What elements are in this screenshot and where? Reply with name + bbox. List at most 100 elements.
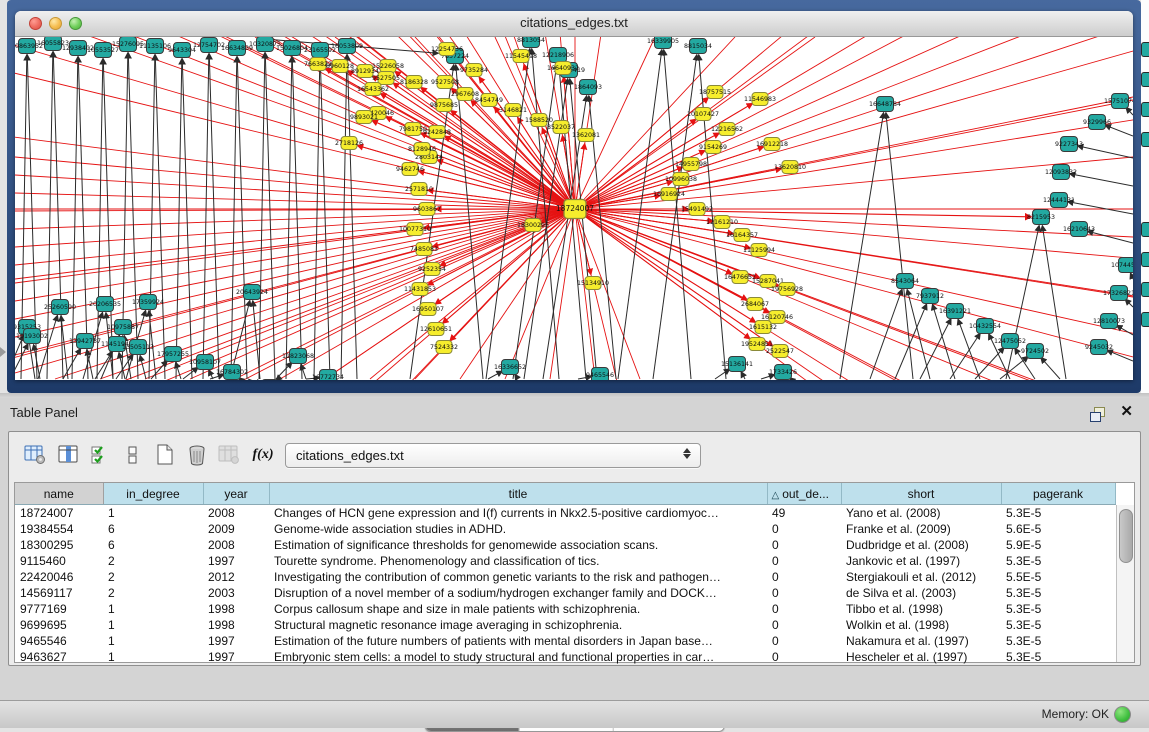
citing-node-teal[interactable]: 8215953 — [1027, 210, 1055, 225]
table-row[interactable]: 969969511998Structural magnetic resonanc… — [15, 617, 1115, 633]
table-cell[interactable]: 0 — [767, 569, 841, 585]
table-select-dropdown[interactable]: citations_edges.txt — [285, 443, 701, 468]
citing-node-teal[interactable]: 8543064 — [891, 274, 919, 289]
cited-node-yellow[interactable]: 16912218 — [756, 138, 788, 151]
table-cell[interactable]: Tourette syndrome. Phenomenology and cla… — [269, 553, 767, 569]
hidden-panel-arrow-icon[interactable] — [0, 347, 6, 357]
table-cell[interactable]: 5.3E-5 — [1001, 505, 1115, 522]
delete-table-button[interactable] — [183, 441, 211, 469]
citing-node-teal[interactable]: 9245032 — [1085, 340, 1113, 355]
table-cell[interactable]: 5.3E-5 — [1001, 601, 1115, 617]
column-header-title[interactable]: title — [269, 483, 767, 505]
table-cell[interactable]: Stergiakouli et al. (2012) — [841, 569, 1001, 585]
citing-node-teal[interactable]: 9227343 — [1055, 137, 1083, 152]
network-view-frame[interactable]: citations_edges.txt 20863952160558231293… — [7, 0, 1141, 393]
cited-node-yellow[interactable]: 9735284 — [460, 64, 488, 77]
cited-node-yellow[interactable]: 11431853 — [404, 283, 436, 296]
citing-node-teal[interactable]: 16772734 — [312, 370, 344, 381]
cited-node-yellow[interactable]: 12161210 — [706, 216, 738, 229]
table-cell[interactable]: Nakamura et al. (1997) — [841, 633, 1001, 649]
table-cell[interactable]: Investigating the contribution of common… — [269, 569, 767, 585]
table-row[interactable]: 977716911998Corpus callosum shape and si… — [15, 601, 1115, 617]
table-cell[interactable]: 1997 — [203, 649, 269, 665]
citing-node-teal[interactable]: 1864093 — [574, 80, 602, 95]
table-cell[interactable]: 0 — [767, 649, 841, 665]
table-cell[interactable]: 1997 — [203, 553, 269, 569]
table-row[interactable]: 1872400712008Changes of HCN gene express… — [15, 505, 1115, 522]
table-cell[interactable]: Hescheler et al. (1997) — [841, 649, 1001, 665]
citing-node-teal[interactable]: 15136141 — [721, 357, 753, 372]
citing-node-teal[interactable]: 12218906 — [542, 48, 574, 63]
table-cell[interactable]: 5.3E-5 — [1001, 633, 1115, 649]
table-cell[interactable]: Corpus callosum shape and size in male p… — [269, 601, 767, 617]
cited-node-yellow[interactable]: 10996038 — [665, 173, 697, 186]
citing-node-teal[interactable]: 9724502 — [1021, 344, 1049, 359]
table-cell[interactable]: 2003 — [203, 585, 269, 601]
table-cell[interactable]: 18300295 — [15, 537, 103, 553]
table-cell[interactable]: 14569117 — [15, 585, 103, 601]
table-cell[interactable]: 19384554 — [15, 521, 103, 537]
table-cell[interactable]: 2008 — [203, 505, 269, 522]
citing-node-teal[interactable]: 12093832 — [1045, 165, 1077, 180]
citing-node-teal[interactable]: 8815034 — [684, 39, 712, 54]
table-row[interactable]: 946362711997Embryonic stem cells: a mode… — [15, 649, 1115, 665]
float-panel-icon[interactable] — [1090, 407, 1105, 421]
table-row[interactable]: 946554611997Estimation of the future num… — [15, 633, 1115, 649]
show-columns-button[interactable] — [55, 441, 83, 469]
table-cell[interactable]: 2 — [103, 553, 203, 569]
cited-node-yellow[interactable]: 12216562 — [711, 123, 743, 136]
table-cell[interactable]: 0 — [767, 553, 841, 569]
cited-node-yellow[interactable]: 9527508 — [431, 76, 459, 89]
vertical-scrollbar[interactable] — [1116, 505, 1134, 662]
table-cell[interactable]: 2 — [103, 585, 203, 601]
citing-node-teal[interactable]: 16210643 — [1063, 222, 1095, 237]
citing-node-teal[interactable]: 1733426 — [769, 365, 797, 380]
table-row[interactable]: 2242004622012Investigating the contribut… — [15, 569, 1115, 585]
cited-node-yellow[interactable]: 16164357 — [726, 229, 758, 242]
table-cell[interactable]: Wolkin et al. (1998) — [841, 617, 1001, 633]
cited-node-yellow[interactable]: 3146821 — [499, 104, 527, 117]
table-cell[interactable]: 49 — [767, 505, 841, 522]
column-header-name[interactable]: name — [15, 483, 103, 505]
table-cell[interactable]: 5.9E-5 — [1001, 537, 1115, 553]
citing-node-teal[interactable]: 12444131 — [1043, 193, 1075, 208]
cited-node-yellow[interactable]: 11546983 — [744, 93, 776, 106]
table-cell[interactable]: 0 — [767, 601, 841, 617]
table-cell[interactable]: 1 — [103, 505, 203, 522]
table-cell[interactable]: 1997 — [203, 633, 269, 649]
table-cell[interactable]: 6 — [103, 537, 203, 553]
table-cell[interactable]: 5.3E-5 — [1001, 617, 1115, 633]
cited-node-yellow[interactable]: 15491492 — [681, 203, 713, 216]
table-cell[interactable]: 5.5E-5 — [1001, 569, 1115, 585]
table-cell[interactable]: 5.3E-5 — [1001, 649, 1115, 665]
table-cell[interactable]: 0 — [767, 521, 841, 537]
citing-node-teal[interactable]: 9465546 — [586, 368, 614, 381]
table-cell[interactable]: 0 — [767, 617, 841, 633]
citing-node-teal[interactable]: 16648784 — [869, 97, 901, 112]
table-cell[interactable]: 1998 — [203, 617, 269, 633]
citing-node-teal[interactable]: 8813054 — [517, 37, 545, 48]
table-cell[interactable]: Structural magnetic resonance image aver… — [269, 617, 767, 633]
table-cell[interactable]: Embryonic stem cells: a model to study s… — [269, 649, 767, 665]
cited-node-yellow[interactable]: 7524332 — [430, 341, 458, 354]
column-header-pagerank[interactable]: pagerank — [1001, 483, 1115, 505]
table-cell[interactable]: 1 — [103, 633, 203, 649]
function-builder-button[interactable]: f(x) — [249, 441, 277, 469]
column-header-out_de[interactable]: △out_de... — [767, 483, 841, 505]
table-row[interactable]: 1830029562008Estimation of significance … — [15, 537, 1115, 553]
table-cell[interactable]: Yano et al. (2008) — [841, 505, 1001, 522]
table-cell[interactable]: 18724007 — [15, 505, 103, 522]
table-row[interactable]: 911546021997Tourette syndrome. Phenomeno… — [15, 553, 1115, 569]
table-cell[interactable]: Changes of HCN gene expression and I(f) … — [269, 505, 767, 522]
table-cell[interactable]: 0 — [767, 537, 841, 553]
cited-node-yellow[interactable]: 9462746 — [396, 163, 424, 176]
citing-node-teal[interactable]: 17359924 — [132, 295, 164, 310]
row-height-button[interactable] — [119, 441, 147, 469]
table-options-button[interactable] — [21, 441, 49, 469]
column-header-year[interactable]: year — [203, 483, 269, 505]
table-cell[interactable]: 0 — [767, 585, 841, 601]
table-cell[interactable]: 22420046 — [15, 569, 103, 585]
table-cell[interactable]: 9115460 — [15, 553, 103, 569]
table-cell[interactable]: Estimation of significance thresholds fo… — [269, 537, 767, 553]
table-row[interactable]: 1456911722003Disruption of a novel membe… — [15, 585, 1115, 601]
